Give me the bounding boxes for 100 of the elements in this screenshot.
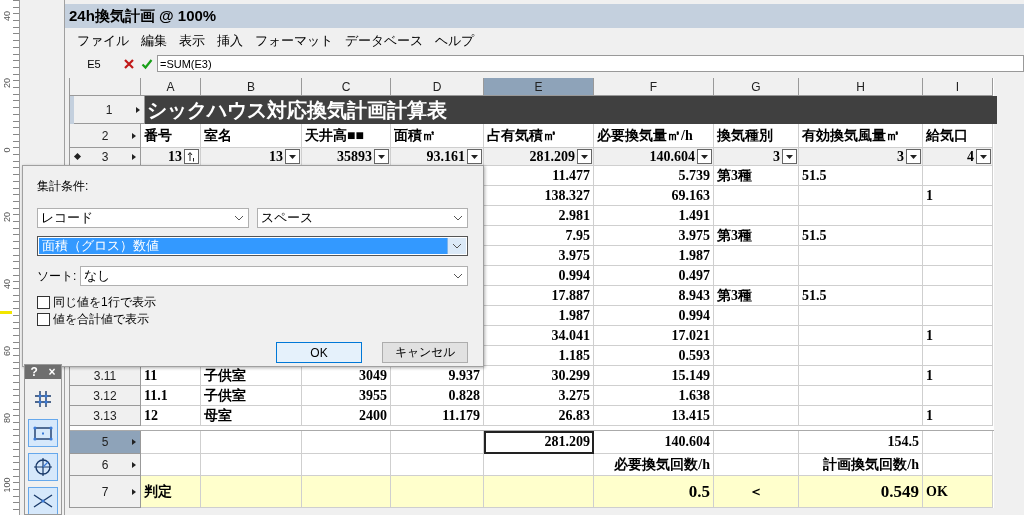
row-header[interactable]: 6 [70,454,141,476]
chevron-icon [233,215,244,221]
filter-value: 93.161 [426,148,465,165]
table-cell: 5.739 [594,166,714,186]
row-number: 5 [101,435,109,449]
table-cell: 子供室 [201,386,302,406]
tool-button[interactable] [28,453,58,481]
column-header[interactable]: B [201,78,302,96]
table-cell: 3955 [302,386,391,406]
table-cell: 0.5 [594,476,714,508]
empty-cell [923,206,993,226]
triangle-icon [136,106,140,113]
caret-icon [581,154,588,159]
row-header[interactable]: 5 [70,431,141,454]
tool-button[interactable] [28,419,58,447]
column-header[interactable]: H [799,78,923,96]
ok-button[interactable]: OK [276,342,362,363]
dropdown-button[interactable] [976,149,991,164]
menu-item[interactable]: ファイル [71,32,135,50]
column-header[interactable]: D [391,78,484,96]
table-cell: 判定 [141,476,201,508]
checkbox[interactable] [37,296,50,309]
table-cell: 0.994 [594,306,714,326]
menu-item[interactable]: 挿入 [211,32,249,50]
menu-item[interactable]: データベース [339,32,429,50]
table-cell: 1 [923,366,993,386]
column-header[interactable]: F [594,78,714,96]
column-header[interactable]: G [714,78,799,96]
row-number: 2 [101,128,109,143]
table-cell: 69.163 [594,186,714,206]
window-title: 24h換気計画 @ 100% [65,4,1024,28]
sort-icon [187,151,196,162]
sort-label: ソート: [37,267,77,285]
check-icon [141,57,153,70]
empty-cell [923,286,993,306]
checkbox-label: 同じ値を1行で表示 [53,294,156,311]
dialog-label: 集計条件: [37,178,90,195]
triangle-icon [132,439,136,445]
caret-icon [471,154,478,159]
dropdown-button[interactable] [697,149,712,164]
menu-item[interactable]: 表示 [173,32,211,50]
table-cell: ＜ [714,476,799,508]
formula-field[interactable]: =SUM(E3) [157,55,1024,72]
dropdown-button[interactable] [285,149,300,164]
dropdown-field[interactable]: スペース [256,208,468,228]
close-button[interactable]: × [48,365,56,379]
menu-item[interactable]: ヘルプ [429,32,480,50]
dropdown-button[interactable] [467,149,482,164]
row-header[interactable]: 3.11 [70,366,141,386]
menu-item[interactable]: 編集 [135,32,173,50]
column-header[interactable]: A [141,78,201,96]
empty-cell [923,306,993,326]
chevron-icon [452,243,462,249]
table-cell: 154.5 [799,431,923,454]
sort-button[interactable] [184,149,199,164]
checkbox[interactable] [37,313,50,326]
row-number: 6 [101,457,109,472]
ruler-label: 0 [2,147,12,152]
corner-cell[interactable] [70,78,141,96]
column-header[interactable]: E [484,78,594,96]
cell-reference: E5 [86,57,102,70]
dropdown-field[interactable]: レコード [37,208,249,228]
cancel-button[interactable]: キャンセル [382,342,468,363]
ruler-label: 80 [2,412,12,423]
row-header[interactable]: 3.13 [70,406,141,426]
row-header[interactable]: 7 [70,476,141,508]
filter-value: 3 [897,148,904,165]
caret-icon [980,154,987,159]
table-cell: 0.497 [594,266,714,286]
dropdown-field[interactable]: なし [80,266,468,286]
caret-icon [378,154,385,159]
table-cell: 0.593 [594,346,714,366]
table-cell: 0.549 [799,476,923,508]
empty-cell [923,386,993,406]
menu-item[interactable]: フォーマット [249,32,339,50]
dropdown-button[interactable] [906,149,921,164]
row-number: 1 [105,102,113,117]
filter-value: 281.209 [529,148,575,165]
table-cell: 第3種 [714,226,799,246]
cursor-marker [0,311,12,314]
tool-button[interactable] [28,487,58,514]
caret-icon [786,154,793,159]
table-cell: 17.021 [594,326,714,346]
sheet-title: シックハウス対応換気計画計算表 [145,96,997,124]
row-header[interactable]: 3 [70,148,141,166]
table-cell: 11.1 [141,386,201,406]
table-cell: 51.5 [799,286,923,306]
row-header[interactable]: 2 [70,124,141,148]
column-header[interactable]: C [302,78,391,96]
row-header[interactable]: 1 [74,96,145,124]
row-header[interactable]: 3.12 [70,386,141,406]
column-header[interactable]: I [923,78,993,96]
dropdown-button[interactable] [577,149,592,164]
dropdown-button[interactable] [374,149,389,164]
help-button[interactable]: ? [30,365,38,379]
table-cell: 15.149 [594,366,714,386]
filter-value: 4 [967,148,974,165]
row-number: 3 [101,149,109,164]
table-cell: 1.491 [594,206,714,226]
dropdown-button[interactable] [782,149,797,164]
